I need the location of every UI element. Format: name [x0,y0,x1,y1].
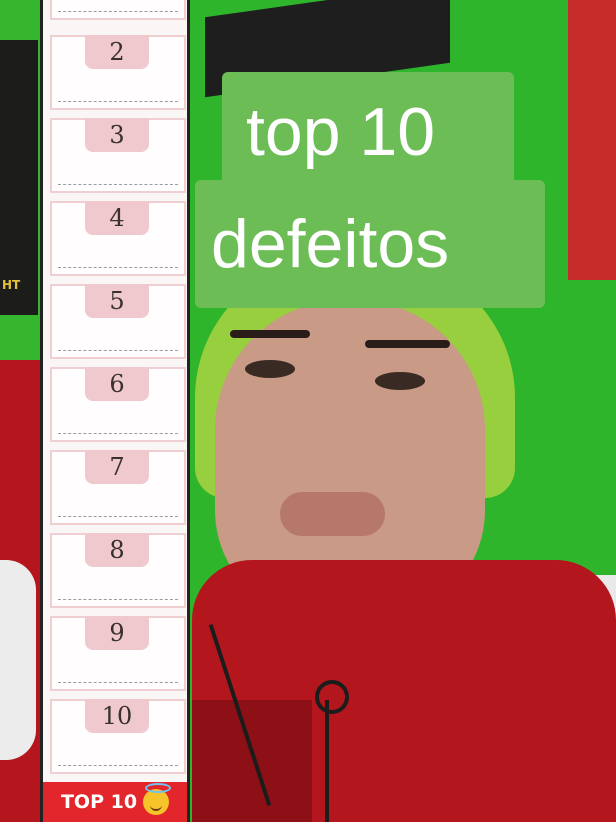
hoodie-toggle [315,680,349,714]
ranking-slot-5[interactable]: 5 [50,284,186,359]
ranking-slot-3[interactable]: 3 [50,118,186,193]
left-poster [0,40,38,315]
slot-number: 2 [85,35,149,69]
slot-dashed-line [58,765,178,766]
slot-dashed-line [58,433,178,434]
slot-dashed-line [58,267,178,268]
banner-label: TOP 10 [60,791,138,813]
left-white-shape [0,560,36,760]
slot-dashed-line [58,11,178,12]
ranking-slot-4[interactable]: 4 [50,201,186,276]
left-eye [245,360,295,378]
ranking-slot-10[interactable]: 10 [50,699,186,774]
slot-dashed-line [58,350,178,351]
slot-dashed-line [58,599,178,600]
mouth [280,492,385,536]
right-eyebrow [365,340,450,348]
smiling-face-with-halo-icon [143,783,172,815]
slot-number: 6 [85,367,149,401]
caption-line-2: defeitos [195,180,545,308]
ranking-slot-1 [50,0,186,20]
left-eyebrow [230,330,310,338]
right-eye [375,372,425,390]
left-poster-text: HT [2,278,21,292]
slot-number: 5 [85,284,149,318]
ranking-slot-6[interactable]: 6 [50,367,186,442]
top10-banner: TOP 10 [40,782,190,822]
slot-number: 4 [85,201,149,235]
ranking-slot-9[interactable]: 9 [50,616,186,691]
slot-number: 8 [85,533,149,567]
slot-number: 3 [85,118,149,152]
caption-line-1: top 10 [222,72,514,192]
ranking-slot-7[interactable]: 7 [50,450,186,525]
slot-dashed-line [58,682,178,683]
ranking-list: 2 3 4 5 6 7 8 9 10 [40,0,190,822]
slot-number: 10 [85,699,149,733]
slot-number: 7 [85,450,149,484]
slot-dashed-line [58,101,178,102]
right-poster [568,0,616,280]
slot-dashed-line [58,516,178,517]
hoodie-string-right [325,700,329,822]
slot-number: 9 [85,616,149,650]
slot-dashed-line [58,184,178,185]
ranking-slot-2[interactable]: 2 [50,35,186,110]
ranking-slot-8[interactable]: 8 [50,533,186,608]
